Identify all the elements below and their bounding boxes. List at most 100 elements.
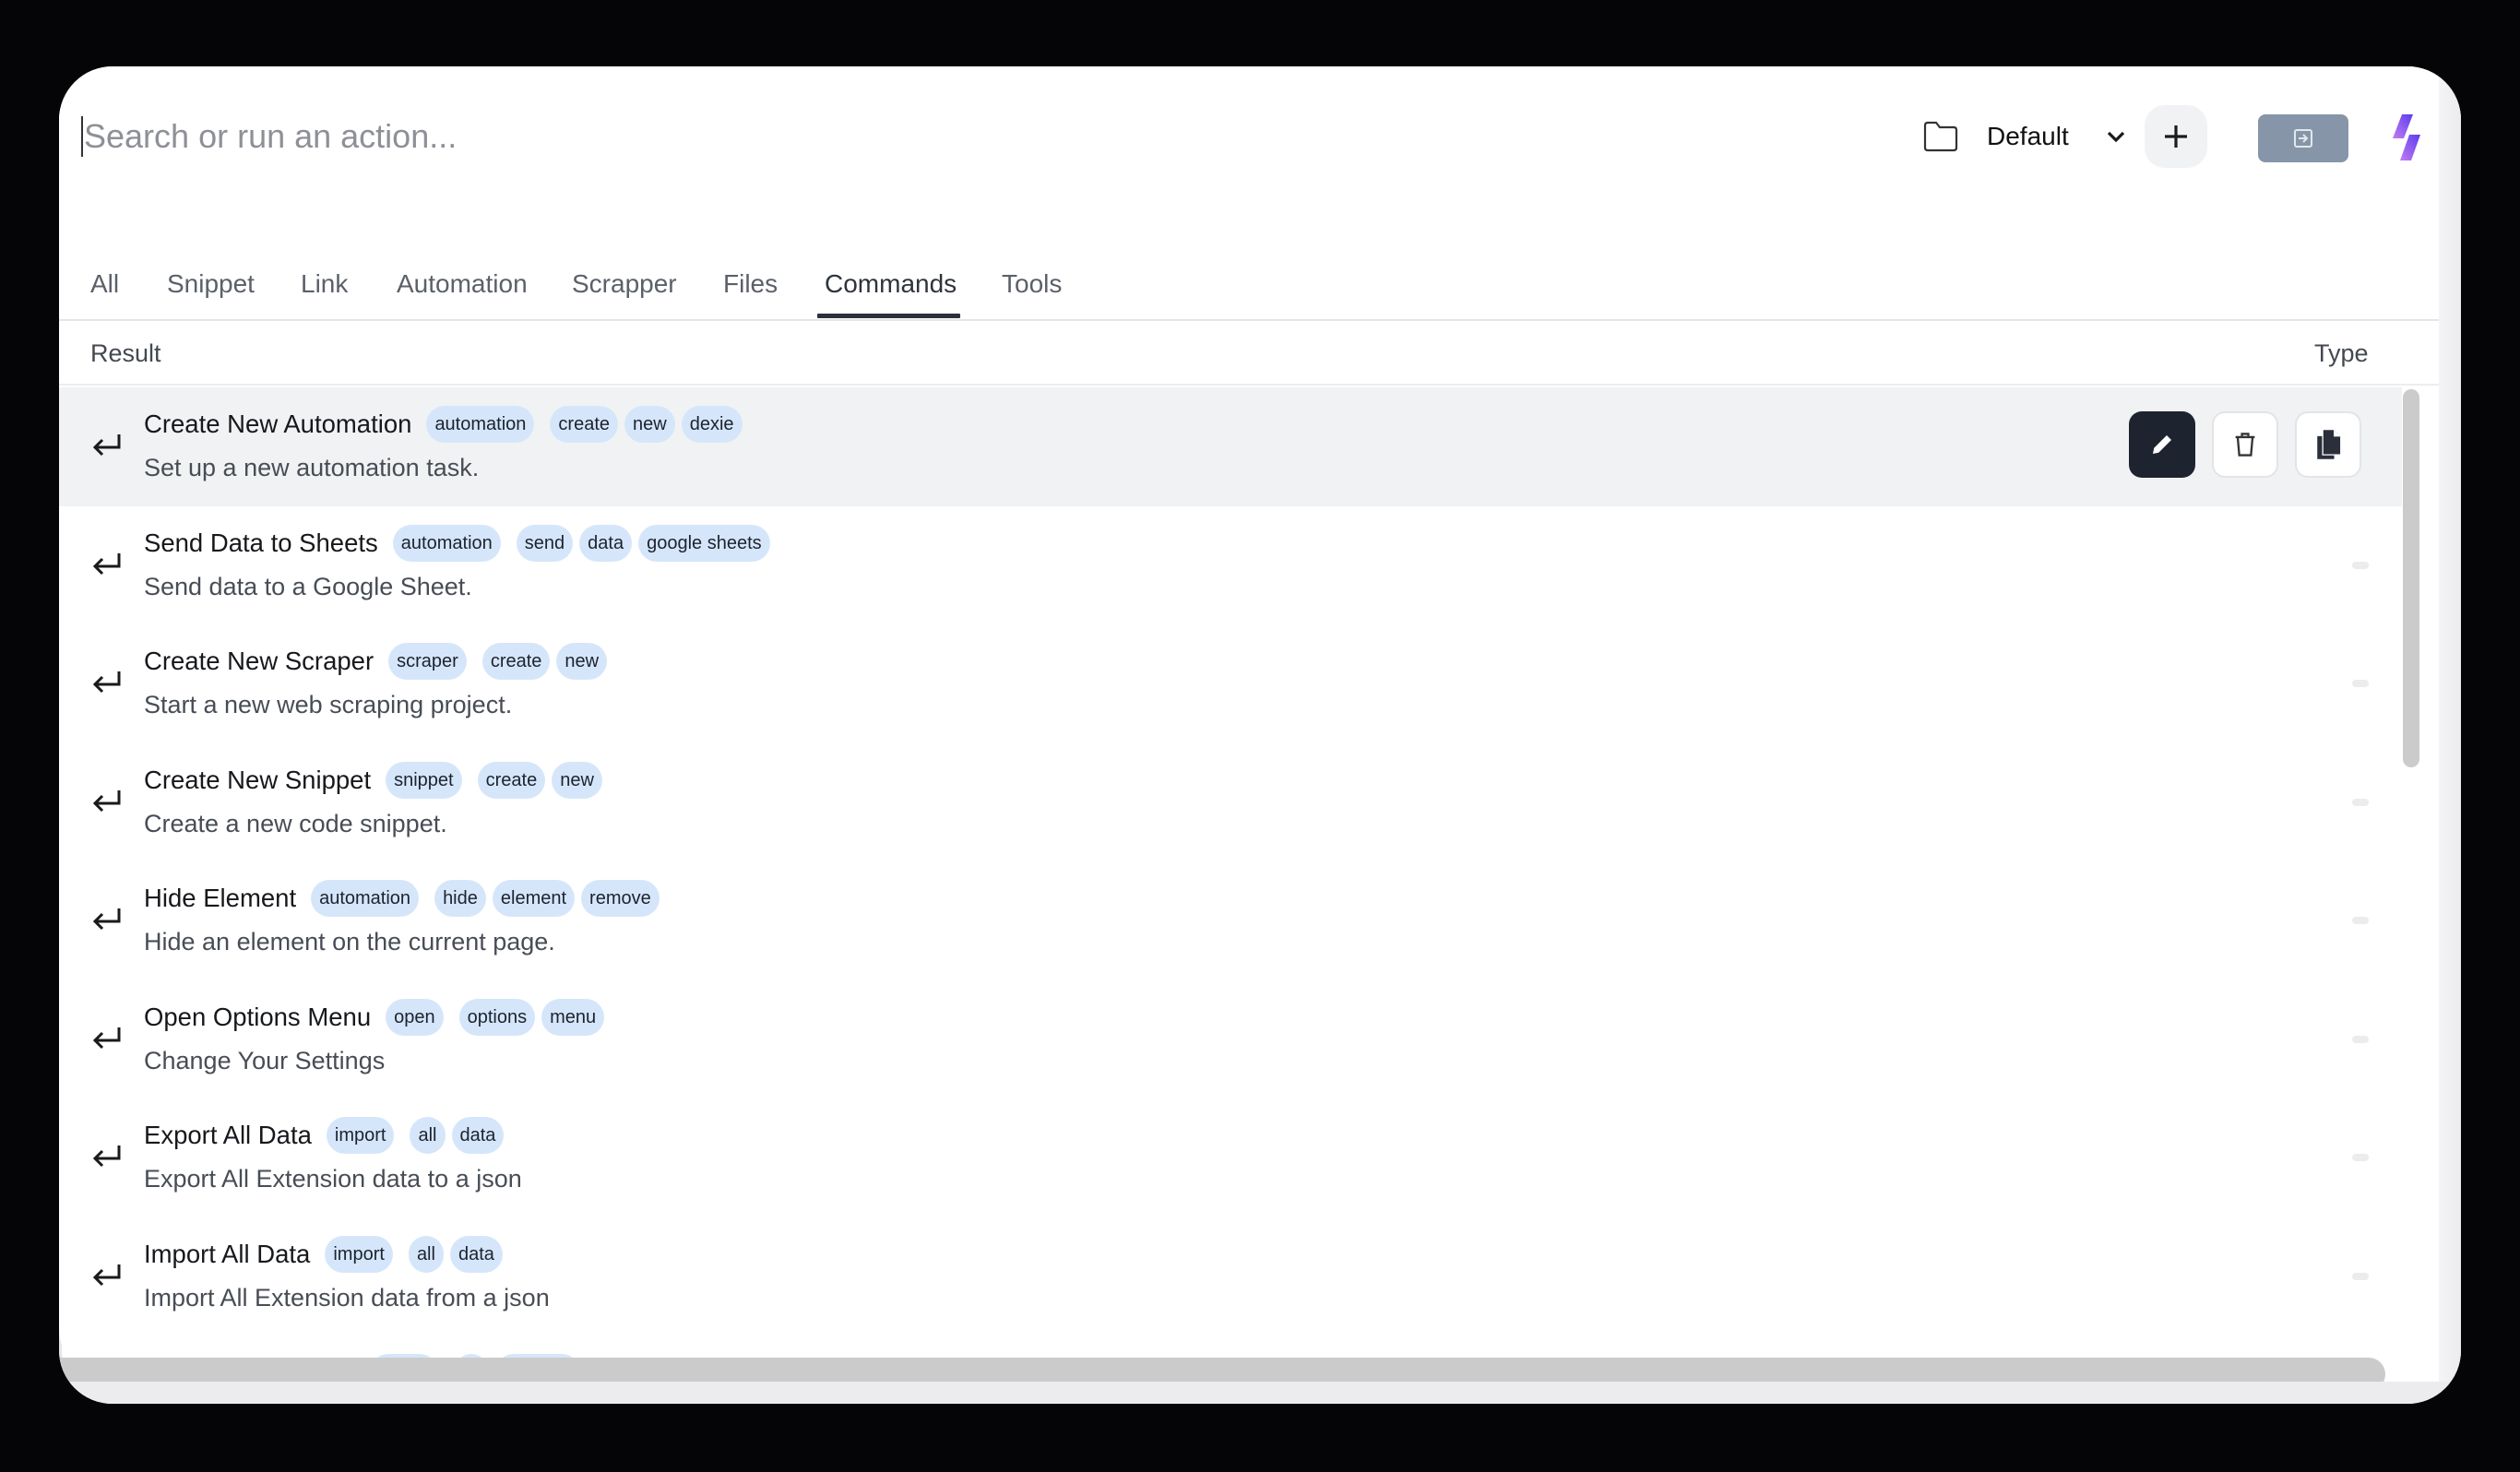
text-caret: [81, 116, 83, 157]
tag-badge: new: [556, 643, 608, 680]
row-title-line: Import All Data import all data: [144, 1234, 509, 1275]
row-title-line: Open Options Menu open options menu: [144, 997, 611, 1038]
tab-automation[interactable]: Automation: [397, 269, 528, 299]
row-title-line: Create New Snippet snippet create new: [144, 760, 609, 801]
tag-badge: data: [451, 1117, 505, 1154]
result-row[interactable]: Create New Snippet snippet create new Create…: [59, 743, 2402, 862]
type-indicator: [2352, 1272, 2369, 1280]
tag-badge: all: [408, 1235, 444, 1273]
tab-files[interactable]: Files: [723, 269, 778, 299]
tag-badge: options: [458, 998, 536, 1036]
delete-button[interactable]: [2212, 411, 2278, 478]
tab-snippet[interactable]: Snippet: [167, 269, 255, 299]
column-header-result: Result: [90, 339, 161, 367]
tag-badge: import: [325, 1235, 393, 1273]
enter-icon: [90, 431, 124, 460]
tag-badge: hide: [434, 880, 486, 917]
tag-badge: automation: [426, 406, 535, 443]
row-title: Open Options Menu: [144, 1002, 372, 1031]
pencil-icon: [2148, 431, 2176, 458]
row-title: Send Data to Sheets: [144, 528, 378, 557]
row-title-line: Send Data to Sheets automation send data goo…: [144, 523, 777, 564]
tag-badge: automation: [311, 880, 420, 917]
vertical-scrollbar[interactable]: [2403, 389, 2419, 767]
filter-tabs: All Snippet Link Automation Scrapper Fil…: [59, 205, 2439, 321]
row-actions: [2129, 411, 2361, 478]
result-row[interactable]: Send Data to Sheets automation send data goo…: [59, 506, 2402, 625]
tag-badge: dexie: [681, 406, 743, 443]
window-content: Default: [59, 66, 2439, 1404]
row-title-line: Create New Automation automation create new…: [144, 404, 749, 445]
enter-icon: [90, 905, 124, 934]
tag-badge: import: [326, 1117, 395, 1154]
enter-icon: [90, 550, 124, 579]
tag-badge: new: [624, 406, 675, 443]
tab-all[interactable]: All: [90, 269, 119, 299]
result-row[interactable]: Open Options Menu open options menu Change Y…: [59, 980, 2402, 1099]
result-row[interactable]: Hide Element automation hide element remove H…: [59, 861, 2402, 980]
type-indicator: [2352, 1154, 2369, 1161]
column-header-type: Type: [2314, 339, 2369, 367]
row-title: Import All Data: [144, 1239, 311, 1268]
search-input[interactable]: [84, 117, 1375, 156]
copy-button[interactable]: [2295, 411, 2361, 478]
tag-badge: create: [550, 406, 618, 443]
tag-badge: create: [481, 643, 551, 680]
row-title: Hide Element: [144, 884, 297, 912]
enter-icon: [90, 1024, 124, 1053]
type-indicator: [2352, 561, 2369, 569]
result-row[interactable]: Export All Data import all data Export All E…: [59, 1098, 2402, 1217]
result-row[interactable]: Import All Data import all data Import All E…: [59, 1217, 2402, 1336]
result-row[interactable]: Create New Scraper scraper create new Start …: [59, 624, 2402, 743]
row-title-line: Export All Data import all data: [144, 1115, 510, 1156]
row-description: Import All Extension data from a json: [144, 1283, 550, 1312]
chevron-down-icon[interactable]: [2106, 130, 2126, 143]
search-bar[interactable]: [81, 103, 1465, 170]
tab-scrapper[interactable]: Scrapper: [572, 269, 677, 299]
enter-icon: [90, 1142, 124, 1171]
tab-link[interactable]: Link: [301, 269, 348, 299]
row-title: Create New Snippet: [144, 765, 372, 794]
tag-badge: data: [449, 1235, 503, 1273]
tag-badge: google sheets: [638, 524, 770, 562]
row-description: Create a new code snippet.: [144, 809, 447, 837]
tag-badge: scraper: [388, 643, 467, 680]
row-title-line: Hide Element automation hide element remove: [144, 878, 666, 919]
enter-icon: [90, 787, 124, 816]
exit-button[interactable]: [2258, 114, 2348, 162]
header-tools: Default: [1922, 105, 2207, 168]
row-description: Send data to a Google Sheet.: [144, 572, 472, 600]
plus-icon: [2164, 125, 2187, 148]
tag-badge: menu: [541, 998, 605, 1036]
list-header: Result Type: [59, 321, 2439, 386]
type-indicator: [2352, 798, 2369, 806]
tag-badge: data: [579, 524, 633, 562]
row-description: Start a new web scraping project.: [144, 691, 513, 718]
tag-badge: remove: [581, 880, 660, 917]
sign-out-icon: [2294, 129, 2312, 148]
active-tab-indicator: [817, 314, 960, 318]
tag-badge: create: [477, 761, 546, 799]
row-title: Export All Data: [144, 1121, 312, 1149]
window-frame-right: [2439, 66, 2461, 1404]
folder-icon[interactable]: [1922, 121, 1959, 152]
tag-badge: new: [552, 761, 602, 799]
type-indicator: [2352, 680, 2369, 687]
folder-select-label[interactable]: Default: [1987, 122, 2069, 151]
row-description: Set up a new automation task.: [144, 454, 480, 481]
edit-button[interactable]: [2129, 411, 2195, 478]
tab-tools[interactable]: Tools: [1002, 269, 1062, 299]
tab-commands[interactable]: Commands: [825, 269, 957, 299]
tag-badge: send: [516, 524, 574, 562]
add-button[interactable]: [2144, 105, 2207, 168]
tag-badge: all: [410, 1117, 446, 1154]
row-description: Hide an element on the current page.: [144, 928, 555, 956]
row-title-line: Create New Scraper scraper create new: [144, 641, 613, 682]
command-palette-window: Default: [59, 66, 2461, 1404]
type-indicator: [2352, 1035, 2369, 1043]
app-logo-icon: [2393, 114, 2420, 160]
window-frame-bottom: [59, 1382, 2461, 1404]
enter-icon: [90, 668, 124, 697]
tag-badge: open: [386, 998, 444, 1036]
result-row[interactable]: Create New Automation automation create new…: [59, 387, 2402, 506]
